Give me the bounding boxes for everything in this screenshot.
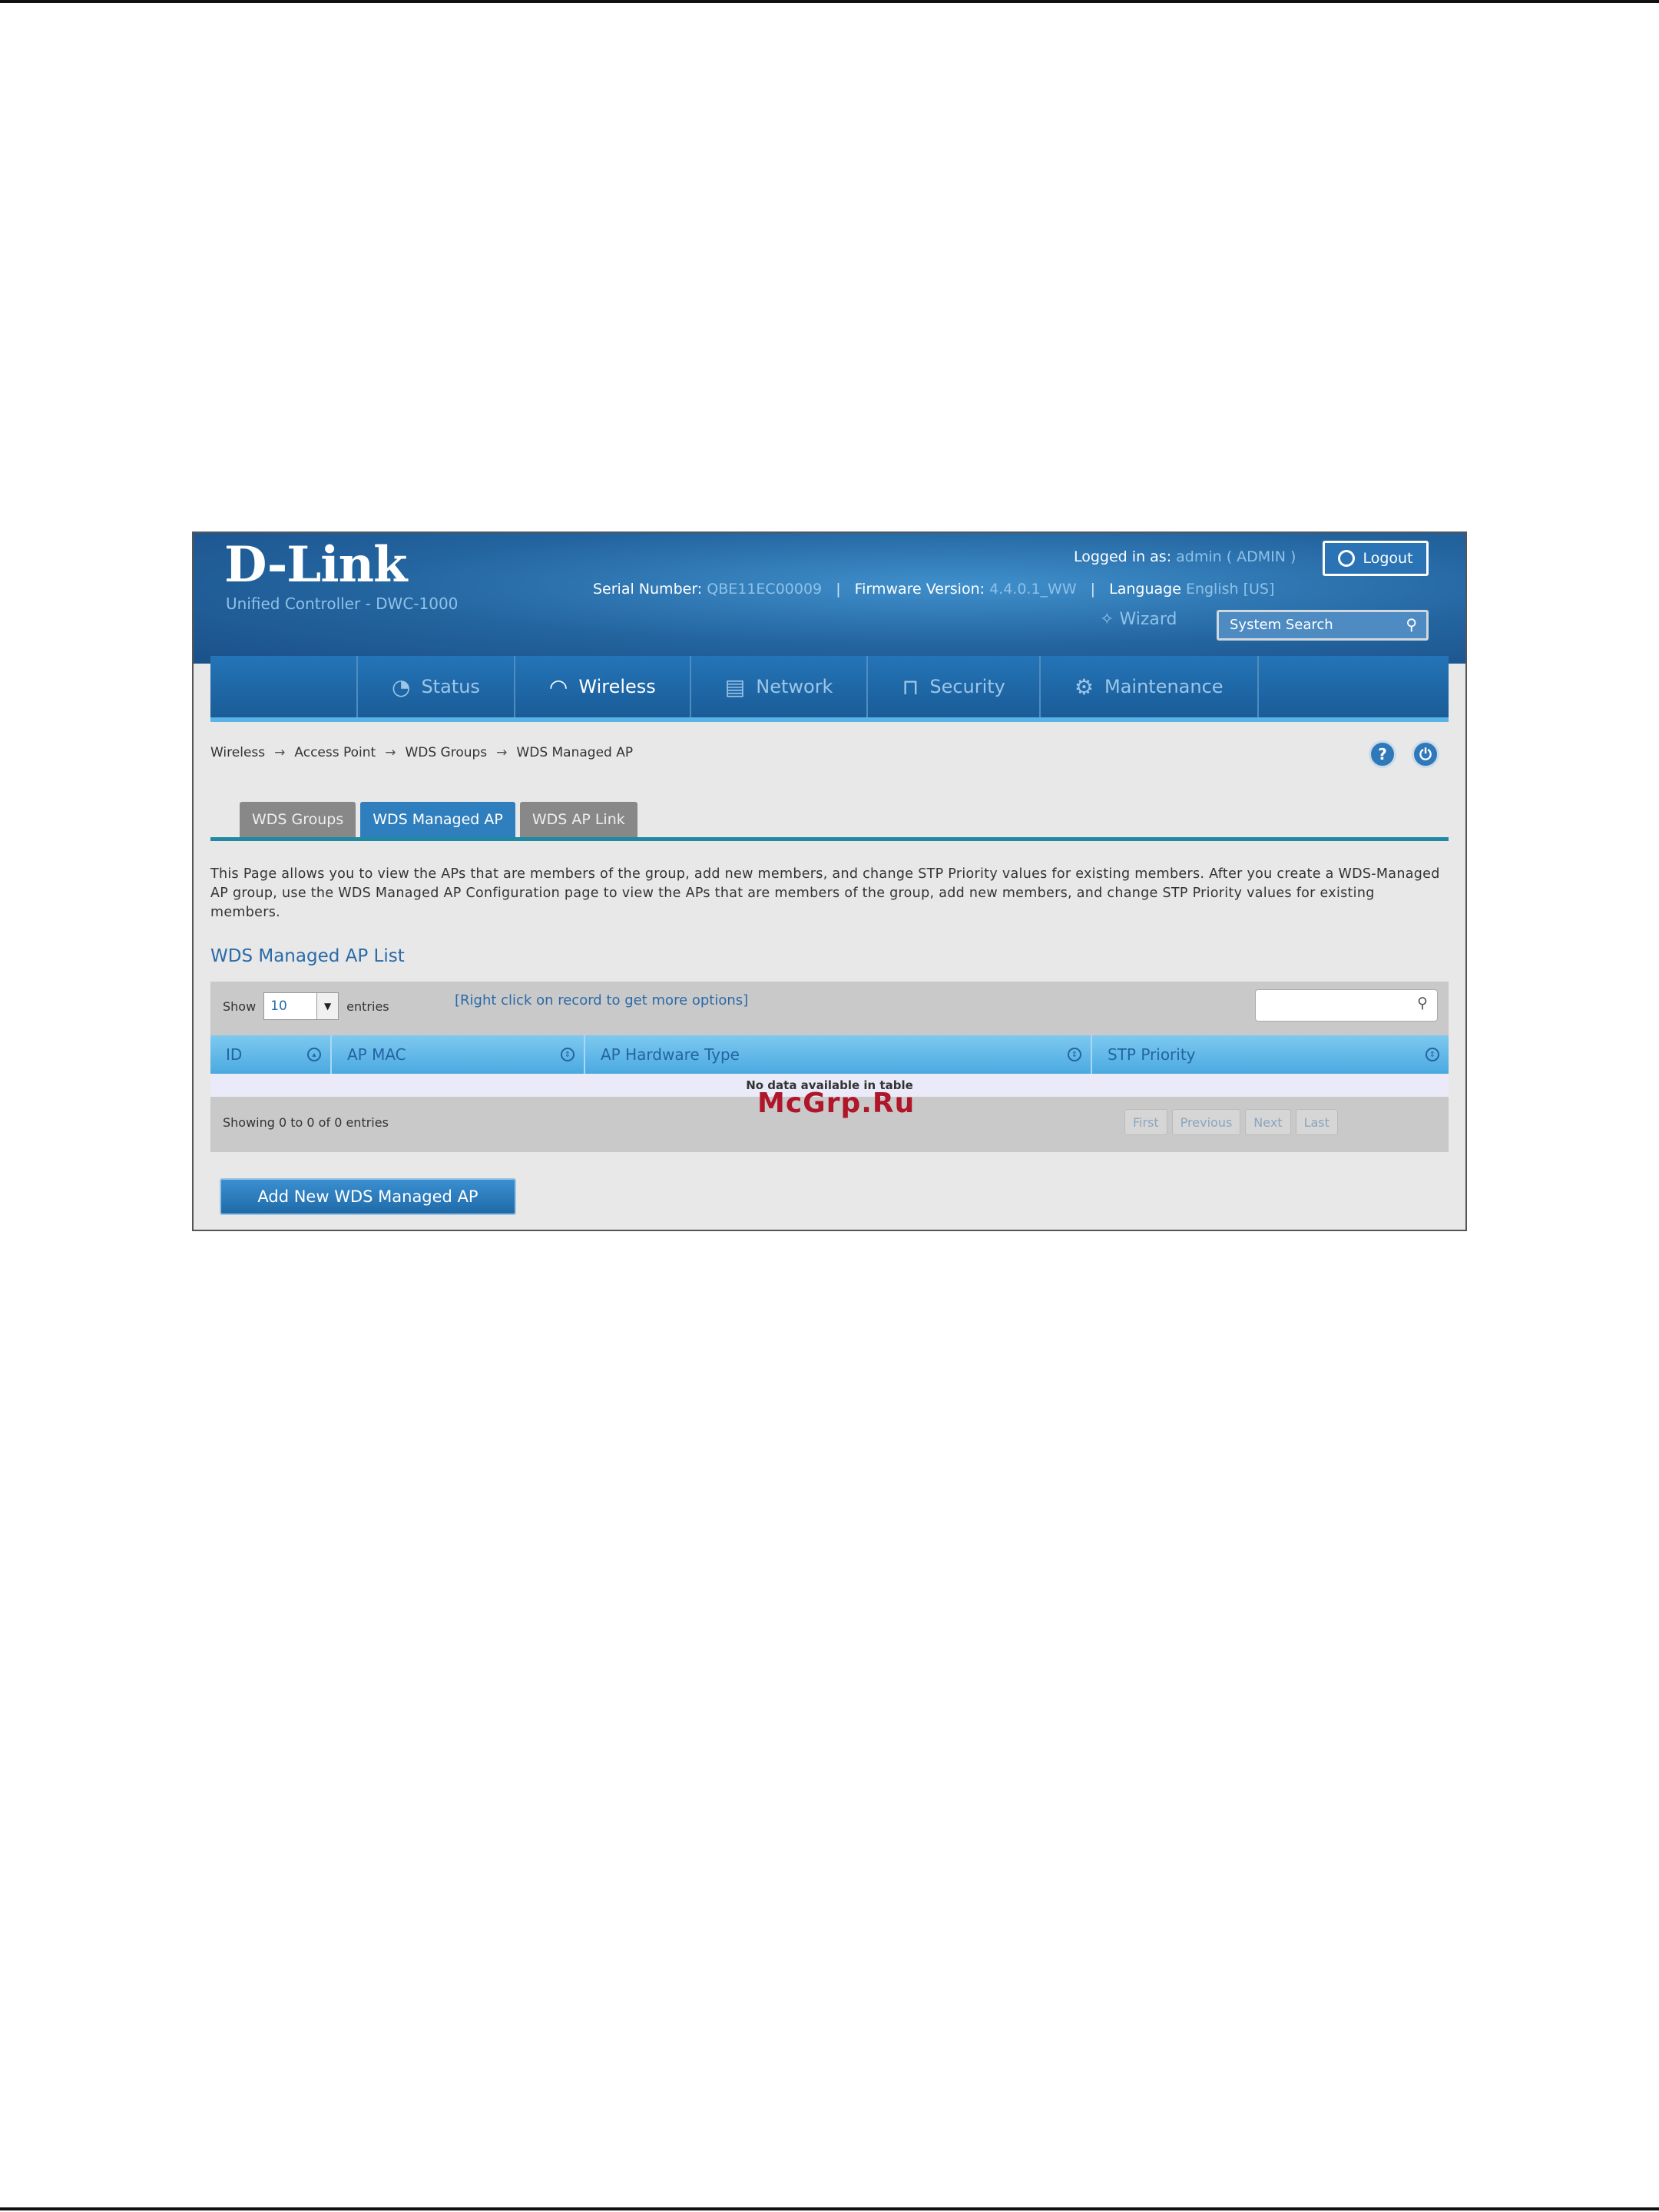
- nav-label: Security: [929, 676, 1005, 697]
- page-size-select[interactable]: 10 ▼: [263, 992, 339, 1020]
- pager-next-button[interactable]: Next: [1245, 1109, 1291, 1135]
- gear-icon: ⚙: [1074, 674, 1094, 700]
- column-label: AP MAC: [347, 1045, 406, 1064]
- meta-separator: |: [836, 581, 841, 598]
- logged-in-label: Logged in as:: [1074, 548, 1172, 565]
- column-header-ap-mac[interactable]: AP MAC ⇕: [332, 1035, 585, 1074]
- pagination: First Previous Next Last: [1124, 1109, 1338, 1135]
- tab-wds-ap-link[interactable]: WDS AP Link: [519, 802, 637, 837]
- breadcrumb-arrow: →: [385, 745, 396, 760]
- nav-item-wireless[interactable]: ◠ Wireless: [513, 656, 690, 717]
- wizard-label: Wizard: [1119, 610, 1177, 629]
- table-header: ID ▴ AP MAC ⇕ AP Hardware Type ⇕ STP Pri…: [210, 1035, 1449, 1074]
- column-label: ID: [226, 1045, 243, 1064]
- right-click-hint: [Right click on record to get more optio…: [455, 992, 749, 1008]
- wizard-link[interactable]: ✧ Wizard: [1100, 610, 1177, 629]
- pager-first-button[interactable]: First: [1124, 1109, 1167, 1135]
- system-search-input[interactable]: System Search ⚲: [1217, 610, 1429, 641]
- nav-item-status[interactable]: ◔ Status: [356, 656, 514, 717]
- nav-item-maintenance[interactable]: ⚙ Maintenance: [1038, 656, 1259, 717]
- breadcrumb-item[interactable]: Access Point: [294, 745, 376, 760]
- meta-separator: |: [1090, 581, 1096, 598]
- serial-value: QBE11EC00009: [707, 581, 823, 598]
- nav-item-network[interactable]: ▤ Network: [689, 656, 867, 717]
- search-icon: ⚲: [1417, 995, 1428, 1012]
- main-nav: ◔ Status ◠ Wireless ▤ Network ⊓ Security…: [210, 656, 1449, 722]
- entries-label: entries: [346, 998, 389, 1014]
- page-size-value: 10: [270, 998, 287, 1014]
- gauge-icon: ◔: [392, 674, 411, 700]
- show-label: Show: [223, 998, 257, 1014]
- breadcrumb-item: WDS Managed AP: [516, 745, 634, 760]
- power-icon: [1338, 550, 1356, 567]
- breadcrumb-arrow: →: [274, 745, 286, 760]
- nav-label: Wireless: [578, 676, 656, 697]
- nav-label: Maintenance: [1104, 676, 1224, 697]
- serial-label: Serial Number:: [593, 581, 703, 598]
- wifi-icon: ◠: [548, 674, 568, 700]
- logout-button[interactable]: Logout: [1323, 541, 1429, 576]
- device-meta: Serial Number: QBE11EC00009 | Firmware V…: [593, 581, 1274, 598]
- header: D-Link Unified Controller - DWC-1000 Log…: [194, 533, 1465, 664]
- help-icon[interactable]: ?: [1369, 740, 1396, 768]
- top-rule: [0, 0, 1659, 3]
- column-header-stp-priority[interactable]: STP Priority ⇕: [1092, 1035, 1449, 1074]
- sort-icon[interactable]: ⇕: [1426, 1048, 1439, 1061]
- nav-item-security[interactable]: ⊓ Security: [866, 656, 1038, 717]
- watermark: McGrp.Ru: [757, 1088, 916, 1119]
- tab-wds-managed-ap[interactable]: WDS Managed AP: [360, 802, 515, 837]
- logout-label: Logout: [1363, 550, 1413, 567]
- table-search-input[interactable]: ⚲: [1255, 989, 1438, 1022]
- sort-icon[interactable]: ⇕: [1068, 1048, 1081, 1061]
- power-icon[interactable]: ⏻: [1412, 740, 1439, 768]
- column-header-ap-hardware-type[interactable]: AP Hardware Type ⇕: [585, 1035, 1092, 1074]
- list-title: WDS Managed AP List: [210, 946, 405, 966]
- firmware-value: 4.4.0.1_WW: [989, 581, 1077, 598]
- breadcrumb-arrow: →: [496, 745, 508, 760]
- column-header-id[interactable]: ID ▴: [210, 1035, 332, 1074]
- page-description: This Page allows you to view the APs tha…: [210, 866, 1440, 920]
- logged-in-user: admin ( ADMIN ): [1176, 548, 1296, 565]
- system-search-placeholder: System Search: [1230, 617, 1333, 633]
- tab-underline: [210, 837, 1449, 841]
- chevron-down-icon[interactable]: ▼: [316, 993, 339, 1019]
- page-size-control: Show 10 ▼ entries: [223, 992, 389, 1020]
- sort-icon[interactable]: ▴: [307, 1048, 321, 1061]
- bottom-rule: [0, 2207, 1659, 2210]
- sort-icon[interactable]: ⇕: [561, 1048, 575, 1061]
- breadcrumb: Wireless → Access Point → WDS Groups → WDS Man…: [210, 745, 633, 760]
- search-icon[interactable]: ⚲: [1406, 615, 1417, 634]
- screenshot-frame: D-Link Unified Controller - DWC-1000 Log…: [192, 531, 1467, 1231]
- logged-in-info: Logged in as: admin ( ADMIN ): [1074, 548, 1296, 565]
- language-value[interactable]: English [US]: [1186, 581, 1274, 598]
- pager-last-button[interactable]: Last: [1295, 1109, 1338, 1135]
- table-container: Show 10 ▼ entries [Right click on record…: [210, 982, 1449, 1152]
- server-icon: ▤: [724, 674, 746, 700]
- language-label: Language: [1109, 581, 1181, 598]
- tab-bar: WDS Groups WDS Managed AP WDS AP Link: [240, 802, 637, 837]
- add-wds-managed-ap-button[interactable]: Add New WDS Managed AP: [220, 1178, 516, 1215]
- firmware-label: Firmware Version:: [854, 581, 985, 598]
- tab-wds-groups[interactable]: WDS Groups: [240, 802, 356, 837]
- nav-label: Network: [756, 676, 833, 697]
- wand-icon: ✧: [1100, 610, 1114, 629]
- column-label: AP Hardware Type: [601, 1045, 740, 1064]
- product-subtitle: Unified Controller - DWC-1000: [226, 594, 459, 613]
- showing-entries-text: Showing 0 to 0 of 0 entries: [223, 1115, 389, 1130]
- pager-previous-button[interactable]: Previous: [1171, 1109, 1241, 1135]
- breadcrumb-item[interactable]: WDS Groups: [405, 745, 487, 760]
- breadcrumb-item[interactable]: Wireless: [210, 745, 265, 760]
- dlink-logo: D-Link: [224, 536, 407, 594]
- nav-label: Status: [421, 676, 480, 697]
- column-label: STP Priority: [1108, 1045, 1196, 1064]
- lock-icon: ⊓: [902, 674, 919, 700]
